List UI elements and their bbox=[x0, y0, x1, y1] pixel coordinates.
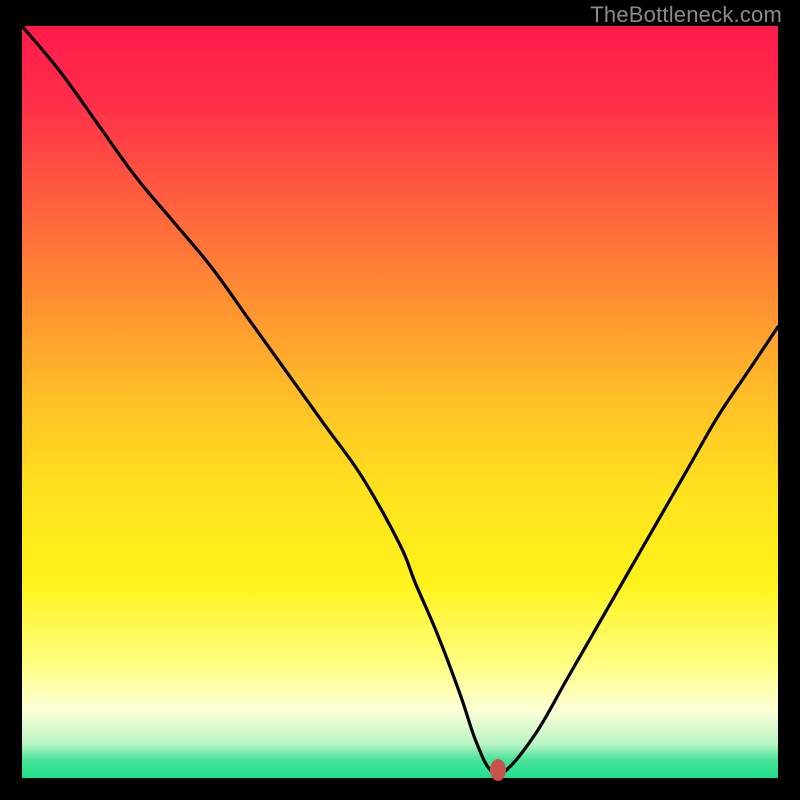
curve-marker bbox=[490, 759, 506, 781]
watermark-text: TheBottleneck.com bbox=[590, 2, 782, 28]
bottleneck-curve bbox=[22, 26, 778, 778]
chart-frame: TheBottleneck.com bbox=[0, 0, 800, 800]
plot-area bbox=[22, 26, 778, 778]
